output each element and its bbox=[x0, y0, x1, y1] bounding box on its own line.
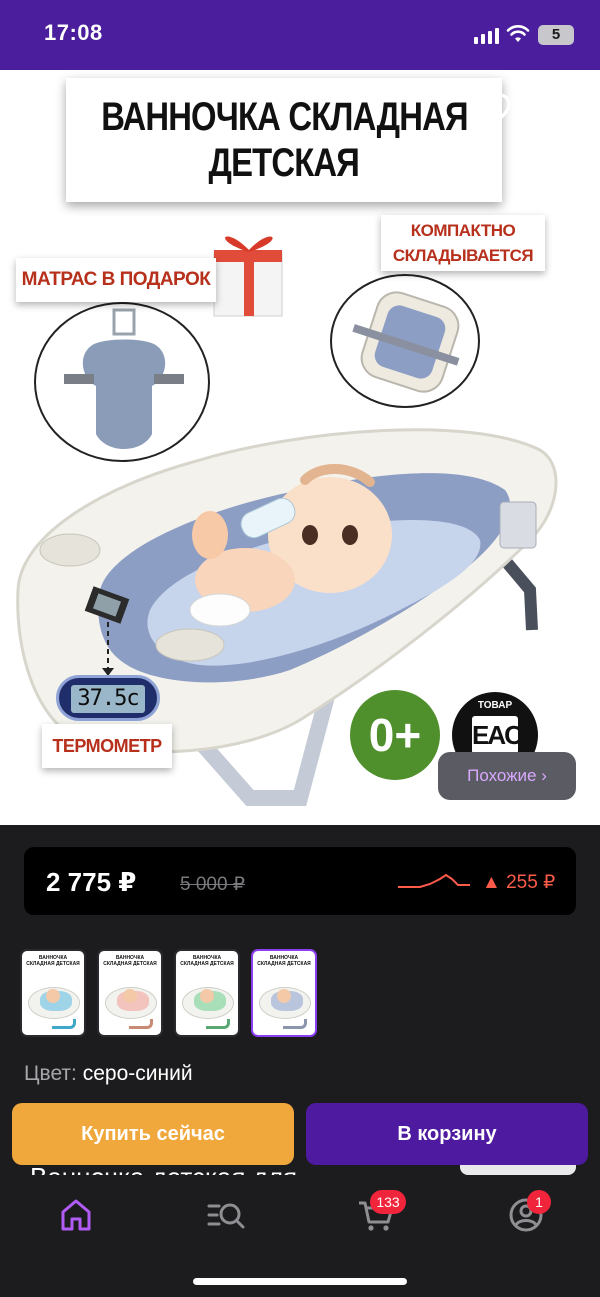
status-bar: 17:08 5 bbox=[0, 0, 600, 70]
profile-notification-badge: 1 bbox=[527, 1190, 551, 1214]
product-screen: 17:08 5 ВАННОЧКА СКЛАДНАЯ ДЕТСКАЯ МАТРАС… bbox=[0, 0, 600, 1297]
variant-thumbnail-baby bbox=[123, 989, 137, 1003]
variant-thumbnail-1[interactable]: ВАННОЧКА СКЛАДНАЯ ДЕТСКАЯ bbox=[20, 949, 86, 1037]
eac-badge-top: ТОВАР bbox=[477, 700, 513, 711]
price-current: 2 775 ₽ bbox=[46, 867, 137, 897]
share-icon[interactable] bbox=[544, 90, 584, 134]
cart-count-badge: 133 bbox=[370, 1190, 406, 1214]
variant-thumbnail-leg bbox=[206, 1019, 230, 1029]
price-bar: 2 775 ₽ 5 000 ₽ ▲ 255 ₽ bbox=[24, 847, 576, 915]
eac-badge-mark: EAC bbox=[472, 716, 523, 754]
add-to-cart-button[interactable]: В корзину bbox=[306, 1103, 588, 1165]
variant-thumbnail-baby bbox=[277, 989, 291, 1003]
compact-label-line2: СКЛАДЫВАЕТСЯ bbox=[392, 246, 534, 265]
variant-thumbnail-title: ВАННОЧКА СКЛАДНАЯ ДЕТСКАЯ bbox=[257, 955, 311, 967]
folded-tub-inset bbox=[330, 274, 480, 408]
wifi-icon bbox=[506, 25, 530, 42]
status-time: 17:08 bbox=[44, 20, 103, 45]
variant-thumbnail-title: ВАННОЧКА СКЛАДНАЯ ДЕТСКАЯ bbox=[180, 955, 234, 967]
variant-thumbnail-leg bbox=[283, 1019, 307, 1029]
color-option-label: Цвет: bbox=[24, 1062, 77, 1085]
product-title-chip bbox=[460, 1165, 576, 1175]
compact-label: КОМПАКТНО СКЛАДЫВАЕТСЯ bbox=[381, 215, 545, 271]
variant-thumbnail-4[interactable]: ВАННОЧКА СКЛАДНАЯ ДЕТСКАЯ bbox=[251, 949, 317, 1037]
favorite-heart-icon[interactable] bbox=[470, 92, 512, 132]
battery-indicator: 5 bbox=[538, 25, 574, 45]
thermometer-label: ТЕРМОМЕТР bbox=[42, 724, 172, 768]
variant-thumbnail-baby bbox=[200, 989, 214, 1003]
mattress-inset bbox=[34, 302, 210, 462]
variant-thumbnail-leg bbox=[52, 1019, 76, 1029]
gift-label: МАТРАС В ПОДАРОК bbox=[16, 258, 216, 302]
image-title-card: ВАННОЧКА СКЛАДНАЯ ДЕТСКАЯ bbox=[66, 78, 502, 202]
tab-home-icon[interactable] bbox=[56, 1195, 96, 1235]
price-trend-sparkline-icon[interactable] bbox=[396, 867, 472, 897]
variant-thumbnail-baby bbox=[46, 989, 60, 1003]
back-icon[interactable] bbox=[20, 92, 56, 132]
variant-thumbnail-2[interactable]: ВАННОЧКА СКЛАДНАЯ ДЕТСКАЯ bbox=[97, 949, 163, 1037]
thermometer-display: 37.5c bbox=[56, 675, 160, 721]
price-old: 5 000 ₽ bbox=[180, 874, 245, 895]
color-option-value: серо-синий bbox=[82, 1062, 193, 1085]
product-image[interactable]: ВАННОЧКА СКЛАДНАЯ ДЕТСКАЯ МАТРАС В ПОДАР… bbox=[0, 70, 600, 825]
variant-thumbnail-3[interactable]: ВАННОЧКА СКЛАДНАЯ ДЕТСКАЯ bbox=[174, 949, 240, 1037]
age-badge: 0+ bbox=[350, 690, 440, 780]
image-title-line2: ДЕТСКАЯ bbox=[208, 141, 360, 185]
price-change[interactable]: ▲ 255 ₽ bbox=[482, 871, 555, 894]
tab-catalog-search-icon[interactable] bbox=[206, 1195, 246, 1235]
variant-thumbnail-title: ВАННОЧКА СКЛАДНАЯ ДЕТСКАЯ bbox=[26, 955, 80, 967]
compact-label-line1: КОМПАКТНО bbox=[410, 221, 516, 240]
similar-products-button[interactable]: Похожие › bbox=[438, 752, 576, 800]
image-title-line1: ВАННОЧКА СКЛАДНАЯ bbox=[100, 95, 468, 139]
variant-thumbnail-title: ВАННОЧКА СКЛАДНАЯ ДЕТСКАЯ bbox=[103, 955, 157, 967]
variant-thumbnail-leg bbox=[129, 1019, 153, 1029]
cellular-signal-icon bbox=[474, 26, 499, 44]
thermometer-reading: 37.5c bbox=[71, 685, 145, 713]
buy-now-button[interactable]: Купить сейчас bbox=[12, 1103, 294, 1165]
variant-thumbnails: ВАННОЧКА СКЛАДНАЯ ДЕТСКАЯ ВАННОЧКА СКЛАДН… bbox=[20, 949, 317, 1039]
color-option: Цвет: серо-синий bbox=[24, 1062, 193, 1086]
home-indicator[interactable] bbox=[193, 1278, 407, 1285]
